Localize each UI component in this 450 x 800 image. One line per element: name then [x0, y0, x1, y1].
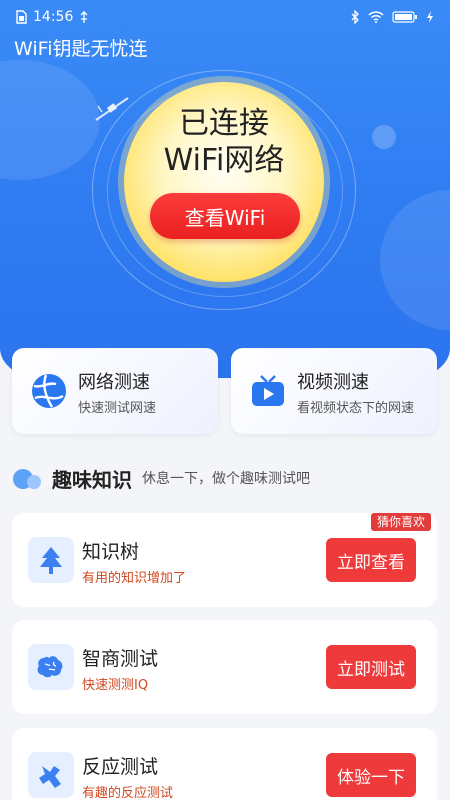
item-title: 智商测试 [82, 648, 159, 670]
status-bar: 14:56 [0, 0, 450, 34]
decor-dot [372, 125, 396, 149]
tv-play-icon [252, 375, 284, 406]
recommend-badge: 猜你喜欢 [371, 513, 432, 531]
video-speed-title: 视频测速 [297, 372, 369, 393]
view-now-button[interactable]: 立即查看 [326, 538, 416, 582]
section-title: 趣味知识 [52, 467, 132, 492]
battery-icon [392, 11, 417, 23]
section-header: 趣味知识 休息一下，做个趣味测试吧 [12, 462, 310, 494]
network-speed-title: 网络测速 [78, 372, 150, 393]
item-subtitle: 有用的知识增加了 [82, 571, 187, 586]
bluetooth-icon [351, 10, 359, 24]
item-subtitle: 快速测测IQ [82, 678, 149, 693]
view-wifi-button[interactable]: 查看WiFi [150, 193, 300, 239]
globe-icon [32, 374, 66, 408]
item-icon-box [28, 752, 74, 798]
test-now-button[interactable]: 立即测试 [326, 645, 416, 689]
list-item-reaction-test: 反应测试 有趣的反应测试 体验一下 [12, 728, 437, 800]
item-title: 知识树 [82, 541, 140, 563]
brain-icon [37, 656, 63, 678]
item-title: 反应测试 [82, 756, 159, 778]
decor-blob [0, 60, 100, 180]
status-line-network: WiFi网络 [163, 143, 285, 178]
network-speed-card[interactable]: 网络测速 快速测试网速 [12, 348, 218, 434]
status-time: 14:56 [33, 9, 74, 25]
decor-blob [380, 190, 450, 330]
item-icon-box [28, 537, 74, 583]
network-speed-subtitle: 快速测试网速 [78, 401, 157, 416]
app-title: WiFi钥匙无忧连 [14, 38, 148, 60]
item-icon-box [28, 644, 74, 690]
reaction-icon [39, 766, 61, 788]
bubble-icon [13, 469, 41, 489]
video-speed-card[interactable]: 视频测速 看视频状态下的网速 [231, 348, 437, 434]
item-subtitle: 有趣的反应测试 [82, 786, 174, 800]
charging-icon [427, 11, 433, 23]
usb-icon [80, 11, 88, 23]
list-item-iq-test: 智商测试 快速测测IQ 立即测试 [12, 620, 437, 714]
tree-icon [40, 547, 62, 574]
section-subtitle: 休息一下，做个趣味测试吧 [142, 471, 310, 487]
wifi-signal-icon [368, 11, 384, 23]
video-speed-subtitle: 看视频状态下的网速 [297, 401, 415, 416]
sim-icon [16, 10, 27, 24]
try-it-button[interactable]: 体验一下 [326, 753, 416, 797]
